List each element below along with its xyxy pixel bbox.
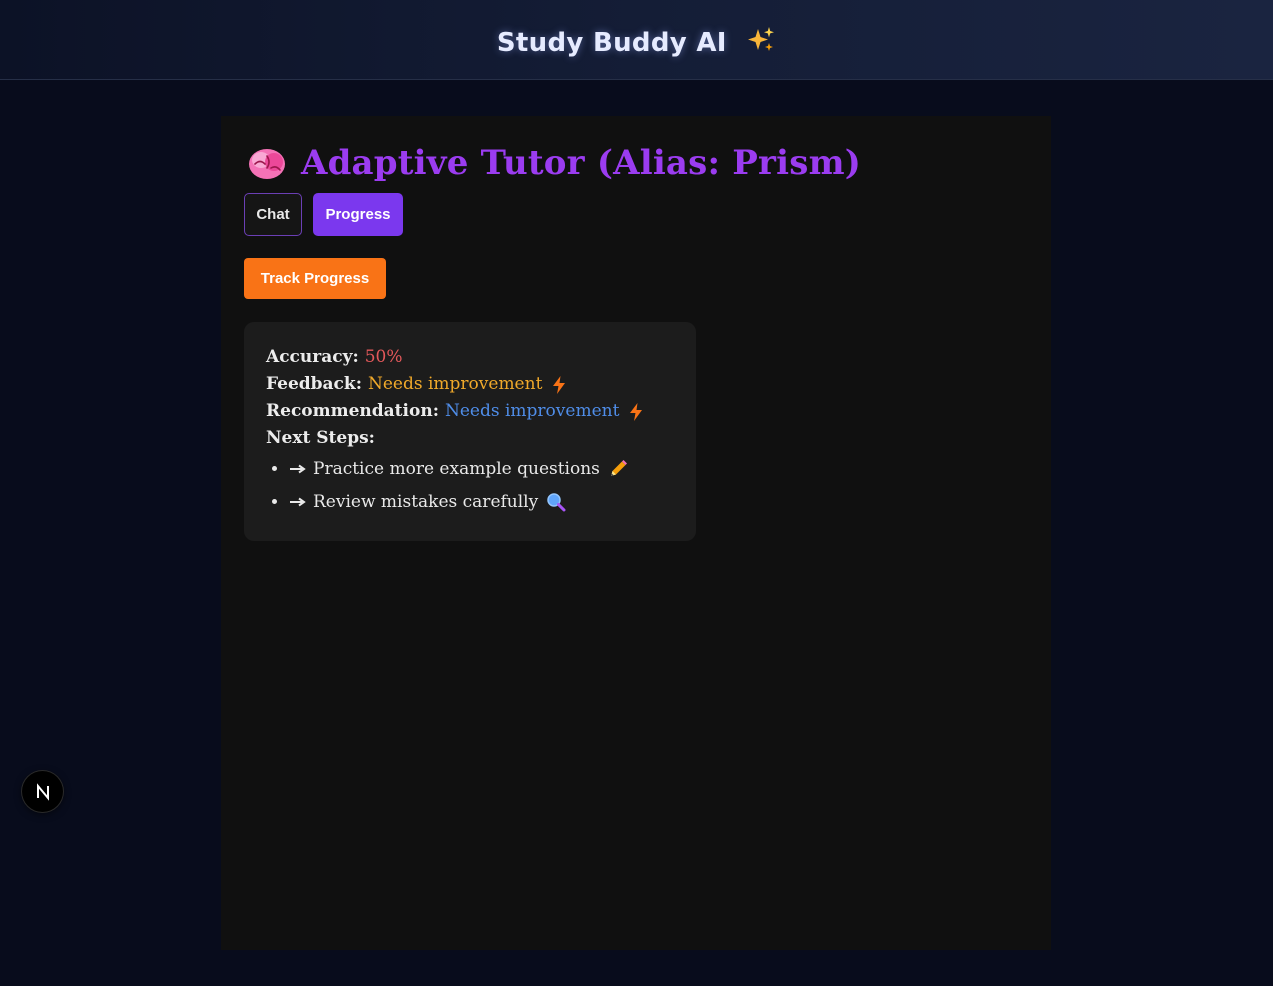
recommendation-label: Recommendation: — [266, 401, 439, 421]
lightning-icon — [553, 375, 566, 394]
sparkles-icon — [748, 26, 775, 51]
next-step-text: Practice more example questions — [313, 458, 600, 479]
feedback-label: Feedback: — [266, 374, 362, 394]
track-progress-button[interactable]: Track Progress — [244, 258, 386, 299]
nextjs-icon — [36, 782, 49, 801]
tab-progress[interactable]: Progress — [313, 193, 403, 236]
recommendation-value: Needs improvement — [444, 401, 620, 421]
page-title-text: Adaptive Tutor (Alias: Prism) — [301, 143, 862, 183]
brain-icon — [249, 149, 285, 179]
app-title: Study Buddy AI — [497, 26, 776, 58]
arrow-right-icon — [290, 464, 306, 473]
accuracy-value: 50% — [364, 347, 403, 367]
app-title-text: Study Buddy AI — [496, 27, 727, 58]
nextjs-dev-badge[interactable] — [22, 771, 63, 812]
next-steps-row: Next Steps: — [266, 425, 674, 452]
next-step-text: Review mistakes carefully — [313, 491, 539, 512]
list-item: Review mistakes carefully — [266, 485, 674, 518]
next-steps-list: Practice more example questions Review m… — [266, 452, 674, 518]
progress-report-card: Accuracy: 50% Feedback: Needs improvemen… — [244, 322, 696, 541]
feedback-row: Feedback: Needs improvement — [266, 371, 674, 398]
magnifier-icon — [547, 492, 566, 511]
tutor-panel: Adaptive Tutor (Alias: Prism) Chat Progr… — [221, 116, 1051, 950]
accuracy-row: Accuracy: 50% — [266, 344, 674, 371]
list-item: Practice more example questions — [266, 452, 674, 485]
feedback-value: Needs improvement — [367, 374, 543, 394]
accuracy-label: Accuracy: — [266, 347, 359, 367]
tab-chat[interactable]: Chat — [244, 193, 302, 236]
next-steps-label: Next Steps: — [266, 428, 375, 448]
app-header: Study Buddy AI — [0, 0, 1273, 80]
recommendation-row: Recommendation: Needs improvement — [266, 398, 674, 425]
bullet — [272, 466, 277, 471]
page-title: Adaptive Tutor (Alias: Prism) — [247, 142, 861, 184]
lightning-icon — [630, 402, 643, 421]
arrow-right-icon — [290, 497, 306, 506]
tab-bar: Chat Progress — [244, 193, 403, 236]
bullet — [272, 499, 277, 504]
pencil-icon — [610, 459, 627, 476]
